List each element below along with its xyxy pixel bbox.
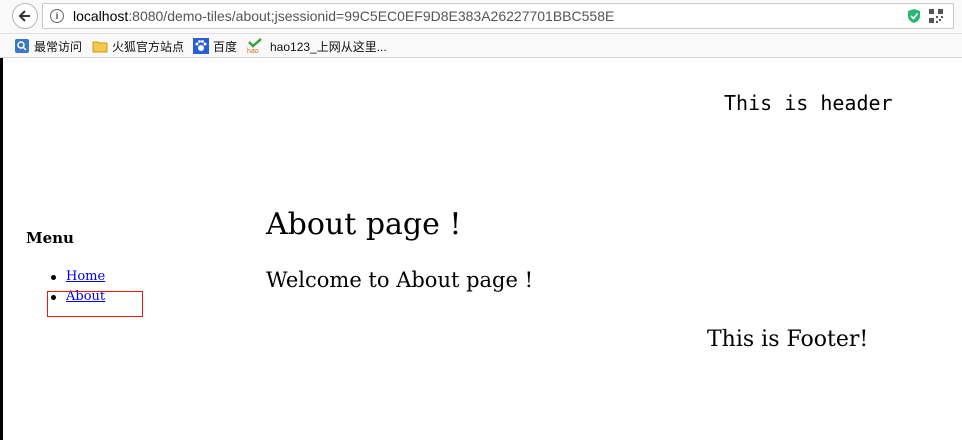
home-link[interactable]: Home (66, 269, 105, 284)
bookmark-hao123[interactable]: hao hao123_上网从这里... (246, 37, 387, 55)
welcome-text: Welcome to About page ! (266, 268, 534, 292)
arrow-left-icon (18, 10, 30, 22)
url-text[interactable]: localhost:8080/demo-tiles/about;jsession… (73, 8, 614, 24)
back-button[interactable] (12, 3, 38, 29)
folder-icon (92, 38, 108, 54)
page-title: About page ! (266, 207, 462, 242)
svg-text:hao: hao (247, 48, 259, 54)
bookmarks-bar: 最常访问 火狐官方站点 百度 hao hao123_上网从这里... (0, 34, 962, 58)
qr-code-icon[interactable] (929, 9, 943, 23)
info-icon[interactable]: i (50, 9, 64, 23)
page-footer: This is Footer! (707, 327, 869, 352)
search-bookmark-icon (14, 38, 30, 54)
bookmark-label: 最常访问 (34, 39, 83, 54)
bookmark-label: 火狐官方站点 (112, 39, 185, 54)
page-header: This is header (724, 91, 893, 115)
address-bar[interactable]: i localhost:8080/demo-tiles/about;jsessi… (42, 3, 954, 29)
bookmark-most-visited[interactable]: 最常访问 (14, 37, 82, 55)
bookmark-label: hao123_上网从这里... (270, 39, 387, 54)
menu-title: Menu (26, 229, 74, 247)
bullet-icon (51, 275, 56, 280)
bookmark-firefox-sites[interactable]: 火狐官方站点 (92, 37, 184, 55)
shield-icon[interactable] (907, 8, 921, 24)
url-path: :8080/demo-tiles/about;jsessionid=99C5EC… (128, 8, 615, 24)
bookmark-baidu[interactable]: 百度 (193, 37, 237, 55)
bookmark-label: 百度 (213, 39, 238, 54)
browser-toolbar: i localhost:8080/demo-tiles/about;jsessi… (0, 0, 962, 34)
paw-icon (193, 38, 209, 54)
window-edge (0, 58, 3, 440)
annotation-highlight-box (47, 291, 143, 317)
hao-icon: hao (246, 38, 262, 55)
url-host: localhost (73, 8, 129, 24)
